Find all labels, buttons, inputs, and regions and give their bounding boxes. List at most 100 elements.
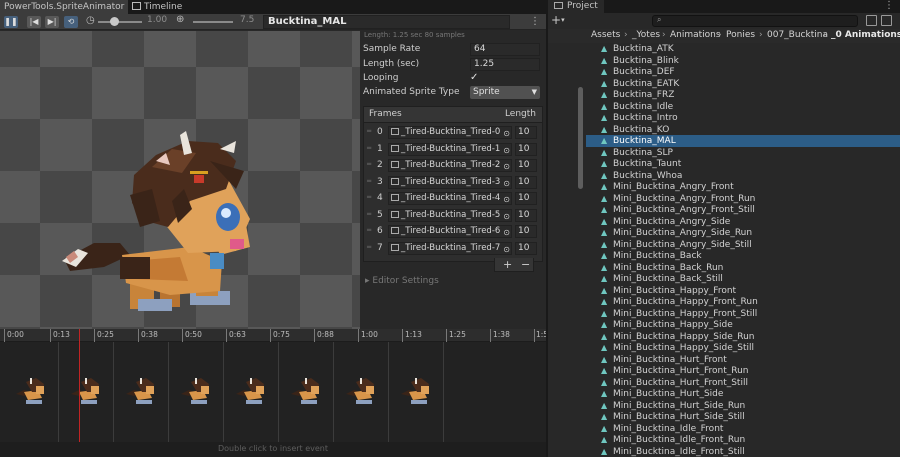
list-item[interactable]: ▲ Mini_Bucktina_Angry_Side_Run bbox=[586, 227, 900, 239]
frame-length-field[interactable]: 10 bbox=[515, 159, 537, 172]
frame-sprite-field[interactable]: _Tired-Bucktina_Tired-3 ⊙ bbox=[388, 175, 512, 189]
timeline-frame-cell[interactable] bbox=[4, 342, 59, 442]
remove-frame-button[interactable]: − bbox=[521, 258, 530, 271]
list-item[interactable]: ▲ Mini_Bucktina_Back_Run bbox=[586, 262, 900, 274]
frame-row[interactable]: ═ 7 _Tired-Bucktina_Tired-7 ⊙ 10 bbox=[364, 241, 542, 257]
frame-sprite-field[interactable]: _Tired-Bucktina_Tired-0 ⊙ bbox=[388, 126, 512, 139]
timeline-frame-cell[interactable] bbox=[59, 342, 114, 442]
timeline-frame-cell[interactable] bbox=[279, 342, 334, 442]
sprite-type-dropdown[interactable]: Sprite ▼ bbox=[470, 86, 540, 99]
list-item[interactable]: ▲ Mini_Bucktina_Hurt_Side_Run bbox=[586, 400, 900, 412]
drag-handle-icon[interactable]: ═ bbox=[367, 210, 371, 218]
frame-sprite-field[interactable]: _Tired-Bucktina_Tired-7 ⊙ bbox=[388, 241, 512, 255]
frame-row[interactable]: ═ 2 _Tired-Bucktina_Tired-2 ⊙ 10 bbox=[364, 158, 542, 174]
drag-handle-icon[interactable]: ═ bbox=[367, 160, 371, 168]
drag-handle-icon[interactable]: ═ bbox=[367, 193, 371, 201]
frame-length-field[interactable]: 10 bbox=[515, 225, 537, 238]
folder-tree-scrollbar[interactable] bbox=[578, 87, 583, 189]
frame-row[interactable]: ═ 1 _Tired-Bucktina_Tired-1 ⊙ 10 bbox=[364, 142, 542, 158]
frames-track[interactable] bbox=[0, 342, 546, 442]
frame-length-field[interactable]: 10 bbox=[515, 126, 537, 139]
object-picker-icon[interactable]: ⊙ bbox=[503, 194, 510, 204]
list-item[interactable]: ▲ Mini_Bucktina_Happy_Front_Still bbox=[586, 308, 900, 320]
zoom-slider-track[interactable] bbox=[193, 21, 233, 23]
project-search-input[interactable]: ⌕ bbox=[652, 15, 858, 27]
frame-sprite-field[interactable]: _Tired-Bucktina_Tired-6 ⊙ bbox=[388, 225, 512, 238]
list-item[interactable]: ▲ Mini_Bucktina_Happy_Side bbox=[586, 319, 900, 331]
list-item[interactable]: ▲ Bucktina_ATK bbox=[586, 43, 900, 55]
list-item[interactable]: ▲ Bucktina_Idle bbox=[586, 101, 900, 113]
speed-slider-handle[interactable] bbox=[110, 17, 119, 26]
timeline-ruler[interactable]: 0:00 0:13 0:25 0:38 0:50 0:63 0:75 0:88 … bbox=[0, 329, 546, 342]
tab-sprite-animator[interactable]: PowerTools.SpriteAnimator bbox=[0, 0, 129, 14]
timeline-frame-cell[interactable] bbox=[114, 342, 169, 442]
list-item[interactable]: ▲ Mini_Bucktina_Happy_Side_Run bbox=[586, 331, 900, 343]
frame-length-field[interactable]: 10 bbox=[515, 175, 537, 189]
breadcrumb-item[interactable]: Ponies bbox=[726, 30, 755, 40]
tab-project[interactable]: Project bbox=[548, 0, 604, 13]
frame-sprite-field[interactable]: _Tired-Bucktina_Tired-1 ⊙ bbox=[388, 142, 512, 156]
list-item[interactable]: ▲ Mini_Bucktina_Hurt_Side_Still bbox=[586, 411, 900, 423]
list-item[interactable]: ▲ Mini_Bucktina_Back_Still bbox=[586, 273, 900, 285]
frame-length-field[interactable]: 10 bbox=[515, 208, 537, 222]
object-picker-icon[interactable]: ⊙ bbox=[503, 244, 510, 254]
project-menu-icon[interactable]: ⋮ bbox=[884, 0, 894, 11]
list-item[interactable]: ▲ Mini_Bucktina_Happy_Front bbox=[586, 285, 900, 297]
list-item[interactable]: ▲ Mini_Bucktina_Idle_Front_Still bbox=[586, 446, 900, 457]
object-picker-icon[interactable]: ⊙ bbox=[503, 161, 510, 171]
list-item-selected[interactable]: ▲ Bucktina_MAL bbox=[586, 135, 900, 147]
list-item[interactable]: ▲ Mini_Bucktina_Back bbox=[586, 250, 900, 262]
tab-timeline[interactable]: Timeline bbox=[128, 0, 186, 14]
list-item[interactable]: ▲ Mini_Bucktina_Angry_Front bbox=[586, 181, 900, 193]
breadcrumb-item[interactable]: Animations bbox=[670, 30, 721, 40]
looping-checkbox[interactable]: ✓ bbox=[470, 72, 483, 85]
frame-sprite-field[interactable]: _Tired-Bucktina_Tired-5 ⊙ bbox=[388, 208, 512, 222]
frame-length-field[interactable]: 10 bbox=[515, 142, 537, 156]
timeline-frame-cell[interactable] bbox=[224, 342, 279, 442]
list-item[interactable]: ▲ Bucktina_KO bbox=[586, 124, 900, 136]
drag-handle-icon[interactable]: ═ bbox=[367, 243, 371, 251]
breadcrumb-item[interactable]: Assets bbox=[591, 30, 620, 40]
drag-handle-icon[interactable]: ═ bbox=[367, 177, 371, 185]
frame-row[interactable]: ═ 5 _Tired-Bucktina_Tired-5 ⊙ 10 bbox=[364, 208, 542, 224]
list-item[interactable]: ▲ Mini_Bucktina_Happy_Side_Still bbox=[586, 342, 900, 354]
speed-slider-track[interactable] bbox=[98, 21, 142, 23]
pause-button[interactable]: ❚❚ bbox=[4, 16, 18, 28]
next-frame-button[interactable]: ▶| bbox=[45, 16, 59, 28]
frame-row[interactable]: ═ 6 _Tired-Bucktina_Tired-6 ⊙ 10 bbox=[364, 224, 542, 240]
list-item[interactable]: ▲ Bucktina_Intro bbox=[586, 112, 900, 124]
timeline-frame-cell[interactable] bbox=[334, 342, 389, 442]
timeline-frame-cell[interactable] bbox=[389, 342, 444, 442]
sprite-preview[interactable] bbox=[0, 31, 360, 329]
drag-handle-icon[interactable]: ═ bbox=[367, 226, 371, 234]
animation-name-field[interactable]: Bucktina_MAL bbox=[263, 15, 510, 29]
playhead[interactable] bbox=[79, 329, 80, 442]
breadcrumb-item[interactable]: _Yotes bbox=[632, 30, 660, 40]
list-item[interactable]: ▲ Bucktina_Taunt bbox=[586, 158, 900, 170]
search-by-type-icon[interactable] bbox=[866, 15, 877, 26]
list-item[interactable]: ▲ Mini_Bucktina_Angry_Side_Still bbox=[586, 239, 900, 251]
list-item[interactable]: ▲ Mini_Bucktina_Idle_Front_Run bbox=[586, 434, 900, 446]
list-item[interactable]: ▲ Bucktina_DEF bbox=[586, 66, 900, 78]
object-picker-icon[interactable]: ⊙ bbox=[503, 145, 510, 155]
search-by-label-icon[interactable] bbox=[881, 15, 892, 26]
list-item[interactable]: ▲ Mini_Bucktina_Angry_Front_Still bbox=[586, 204, 900, 216]
list-item[interactable]: ▲ Bucktina_SLP bbox=[586, 147, 900, 159]
editor-settings-foldout[interactable]: ▸ Editor Settings bbox=[365, 276, 439, 286]
animator-menu-icon[interactable]: ⋮ bbox=[530, 16, 540, 27]
timeline-frame-cell[interactable] bbox=[169, 342, 224, 442]
list-item[interactable]: ▲ Bucktina_FRZ bbox=[586, 89, 900, 101]
drag-handle-icon[interactable]: ═ bbox=[367, 127, 371, 135]
frame-row[interactable]: ═ 4 _Tired-Bucktina_Tired-4 ⊙ 10 bbox=[364, 191, 542, 207]
list-item[interactable]: ▲ Mini_Bucktina_Hurt_Front_Run bbox=[586, 365, 900, 377]
first-frame-button[interactable]: |◀ bbox=[27, 16, 41, 28]
sample-rate-field[interactable]: 64 bbox=[470, 43, 540, 56]
frame-row[interactable]: ═ 0 _Tired-Bucktina_Tired-0 ⊙ 10 bbox=[364, 125, 542, 141]
length-field[interactable]: 1.25 bbox=[470, 58, 540, 71]
breadcrumb-item[interactable]: 007_Bucktina bbox=[767, 30, 828, 40]
add-frame-button[interactable]: + bbox=[503, 258, 512, 271]
frame-length-field[interactable]: 10 bbox=[515, 192, 537, 205]
list-item[interactable]: ▲ Mini_Bucktina_Idle_Front bbox=[586, 423, 900, 435]
list-item[interactable]: ▲ Mini_Bucktina_Angry_Front_Run bbox=[586, 193, 900, 205]
object-picker-icon[interactable]: ⊙ bbox=[503, 178, 510, 188]
